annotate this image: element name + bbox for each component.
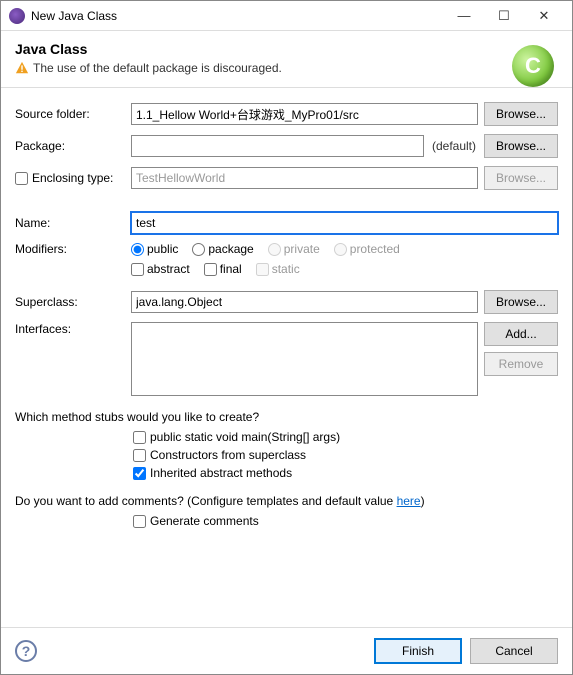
interfaces-add-button[interactable]: Add... — [484, 322, 558, 346]
titlebar: New Java Class — ☐ ✕ — [1, 1, 572, 31]
source-folder-input[interactable] — [131, 103, 478, 125]
stubs-question: Which method stubs would you like to cre… — [15, 410, 558, 424]
superclass-input[interactable] — [131, 291, 478, 313]
help-icon[interactable]: ? — [15, 640, 37, 662]
comments-here-link[interactable]: here — [397, 494, 421, 508]
page-title: Java Class — [15, 41, 558, 57]
class-logo-icon: C — [512, 45, 554, 87]
minimize-button[interactable]: — — [444, 1, 484, 31]
package-browse-button[interactable]: Browse... — [484, 134, 558, 158]
package-input[interactable] — [131, 135, 424, 157]
modifier-public-radio[interactable]: public — [131, 242, 178, 256]
interfaces-listbox[interactable] — [131, 322, 478, 396]
interfaces-label: Interfaces: — [15, 322, 125, 336]
header: Java Class The use of the default packag… — [1, 31, 572, 88]
source-folder-browse-button[interactable]: Browse... — [484, 102, 558, 126]
modifier-private-radio: private — [268, 242, 320, 256]
eclipse-icon — [9, 8, 25, 24]
footer: ? Finish Cancel — [1, 627, 572, 674]
modifier-protected-radio: protected — [334, 242, 400, 256]
modifier-static-checkbox: static — [256, 262, 300, 276]
maximize-button[interactable]: ☐ — [484, 1, 524, 31]
header-message-text: The use of the default package is discou… — [33, 61, 282, 75]
interfaces-remove-button: Remove — [484, 352, 558, 376]
finish-button[interactable]: Finish — [374, 638, 462, 664]
stub-main-checkbox[interactable]: public static void main(String[] args) — [133, 430, 558, 444]
close-button[interactable]: ✕ — [524, 1, 564, 31]
header-message: The use of the default package is discou… — [15, 61, 558, 75]
generate-comments-checkbox[interactable]: Generate comments — [133, 514, 558, 528]
cancel-button[interactable]: Cancel — [470, 638, 558, 664]
modifiers-label: Modifiers: — [15, 242, 125, 256]
modifier-abstract-checkbox[interactable]: abstract — [131, 262, 190, 276]
package-default-text: (default) — [432, 139, 476, 153]
warning-icon — [15, 61, 29, 75]
stub-inherited-checkbox[interactable]: Inherited abstract methods — [133, 466, 558, 480]
modifier-final-checkbox[interactable]: final — [204, 262, 242, 276]
enclosing-type-checkbox[interactable] — [15, 172, 28, 185]
package-label: Package: — [15, 139, 125, 153]
source-folder-label: Source folder: — [15, 107, 125, 121]
comments-question: Do you want to add comments? (Configure … — [15, 494, 558, 508]
enclosing-type-input — [131, 167, 478, 189]
modifier-package-radio[interactable]: package — [192, 242, 253, 256]
name-input[interactable] — [131, 212, 558, 234]
enclosing-type-browse-button: Browse... — [484, 166, 558, 190]
content: Source folder: Browse... Package: (defau… — [1, 88, 572, 540]
superclass-browse-button[interactable]: Browse... — [484, 290, 558, 314]
enclosing-type-label: Enclosing type: — [32, 171, 113, 185]
stub-constructors-checkbox[interactable]: Constructors from superclass — [133, 448, 558, 462]
window-title: New Java Class — [31, 9, 444, 23]
superclass-label: Superclass: — [15, 295, 125, 309]
name-label: Name: — [15, 216, 125, 230]
